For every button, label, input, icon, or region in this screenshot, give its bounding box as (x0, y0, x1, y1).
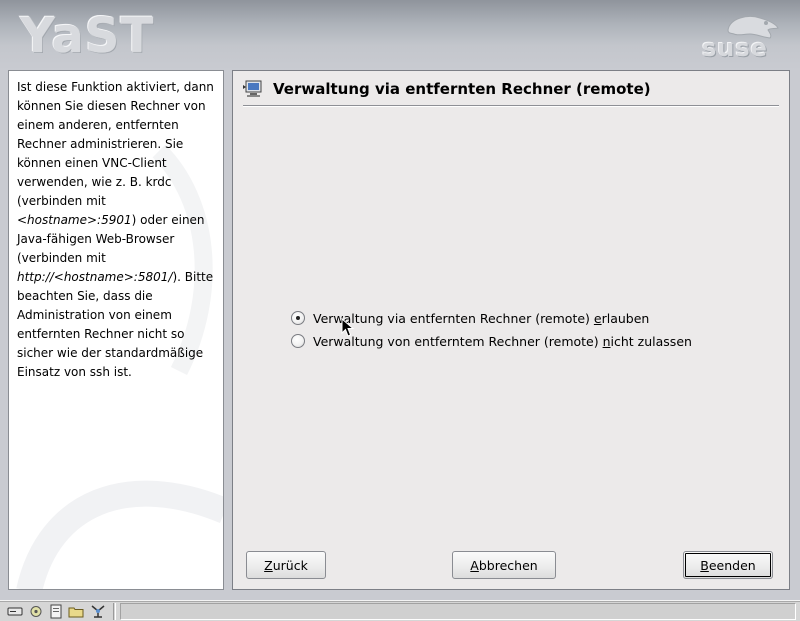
taskbar-separator (113, 603, 116, 620)
back-button[interactable]: Zurück (246, 551, 326, 579)
radio-label-allow: Verwaltung via entfernten Rechner (remot… (313, 310, 650, 326)
help-text: Ist diese Funktion aktiviert, dann könne… (9, 71, 223, 382)
help-text-italic: <hostname>:5901 (17, 213, 132, 227)
title-separator (243, 105, 779, 107)
suse-wordmark: suse (702, 34, 768, 62)
radio-button[interactable] (291, 334, 305, 348)
help-text-run: Ist diese Funktion aktiviert, dann könne… (17, 80, 214, 208)
folder-icon[interactable] (68, 604, 84, 619)
gear-icon[interactable] (28, 604, 44, 619)
yast-header-banner: YaST suse (0, 0, 800, 70)
taskbar (0, 600, 800, 621)
taskbar-task-area[interactable] (120, 603, 796, 620)
abort-button[interactable]: Abbrechen (452, 551, 556, 579)
page-title: Verwaltung via entfernten Rechner (remot… (273, 80, 651, 98)
network-icon[interactable] (90, 604, 106, 619)
radio-label-deny: Verwaltung von entferntem Rechner (remot… (313, 333, 692, 349)
title-row: Verwaltung via entfernten Rechner (remot… (243, 77, 779, 101)
content-panel: Verwaltung via entfernten Rechner (remot… (232, 70, 790, 590)
finish-button[interactable]: Beenden (683, 551, 773, 579)
document-icon[interactable] (48, 604, 64, 619)
drive-icon[interactable] (7, 604, 23, 619)
yast-logo: YaST (20, 8, 155, 64)
help-panel[interactable]: Ist diese Funktion aktiviert, dann könne… (8, 70, 224, 590)
mouse-pointer-icon (341, 318, 355, 337)
suse-logo: suse (700, 10, 782, 64)
help-text-italic: http://<hostname>:5801/ (17, 270, 173, 284)
radio-button[interactable] (291, 311, 305, 325)
remote-monitor-icon (243, 80, 262, 97)
help-text-run: ). Bitte beachten Sie, dass die Administ… (17, 270, 214, 379)
